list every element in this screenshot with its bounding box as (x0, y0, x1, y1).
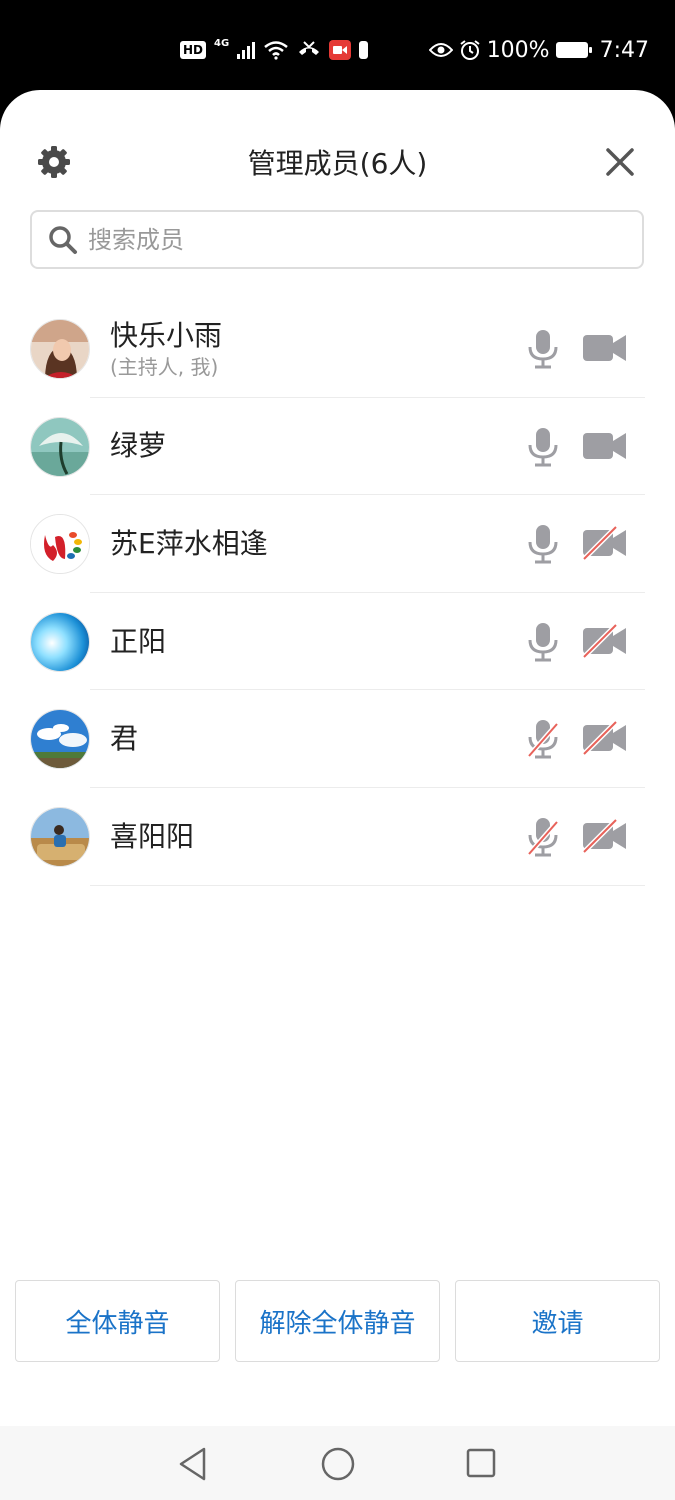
camera-icon[interactable] (582, 428, 628, 464)
close-icon[interactable] (602, 144, 638, 180)
battery-small-icon (359, 41, 369, 59)
system-nav-bar (0, 1426, 675, 1500)
row-divider (90, 884, 645, 886)
member-name: 苏E萍水相逢 (110, 526, 268, 560)
search-icon (49, 225, 77, 254)
network-type-label: 4G (214, 37, 230, 49)
microphone-icon[interactable] (526, 328, 560, 370)
member-names: 喜阳阳 (110, 788, 194, 886)
camera-icon[interactable] (582, 330, 628, 366)
member-names: 君 (110, 690, 138, 788)
member-row[interactable]: 君 (0, 690, 675, 788)
camera-off-icon[interactable] (582, 525, 628, 561)
video-record-icon (329, 40, 352, 60)
search-input[interactable] (86, 224, 590, 255)
status-left: HD 4G (180, 36, 369, 64)
back-triangle-icon[interactable] (176, 1446, 210, 1482)
member-row[interactable]: 快乐小雨 (主持人, 我) (0, 300, 675, 398)
status-right: 100% 7:47 (428, 36, 649, 64)
camera-off-icon[interactable] (582, 623, 628, 659)
clock-time: 7:47 (599, 37, 649, 63)
microphone-icon[interactable] (526, 426, 560, 468)
member-name: 绿萝 (110, 429, 167, 463)
mute-all-button[interactable]: 全体静音 (15, 1280, 220, 1362)
hd-icon: HD (180, 41, 207, 59)
microphone-off-icon[interactable] (526, 718, 560, 760)
avatar (30, 709, 90, 770)
member-names: 快乐小雨 (主持人, 我) (110, 300, 222, 398)
camera-off-icon[interactable] (582, 818, 628, 854)
recent-apps-square-icon[interactable] (464, 1446, 498, 1480)
microphone-off-icon[interactable] (526, 816, 560, 858)
member-names: 苏E萍水相逢 (110, 495, 268, 593)
member-names: 正阳 (110, 593, 166, 691)
member-row[interactable]: 苏E萍水相逢 (0, 495, 675, 593)
member-name: 君 (110, 722, 139, 756)
page-title: 管理成员(6人) (247, 147, 428, 180)
member-row[interactable]: 绿萝 (0, 398, 675, 496)
microphone-icon[interactable] (526, 523, 560, 565)
member-name: 快乐小雨 (110, 318, 223, 352)
battery-percent: 100% (486, 37, 550, 63)
microphone-icon[interactable] (526, 621, 560, 663)
members-sheet: 管理成员(6人) 快乐小雨 (主持人, 我) (0, 90, 675, 1426)
unmute-all-button[interactable]: 解除全体静音 (235, 1280, 440, 1362)
member-list: 快乐小雨 (主持人, 我) 绿萝 苏E萍水相逢 正阳 君 喜阳阳 (0, 300, 675, 886)
alarm-icon (460, 40, 480, 60)
member-name: 正阳 (110, 624, 167, 658)
member-name: 喜阳阳 (110, 819, 195, 853)
avatar (30, 416, 90, 477)
invite-button[interactable]: 邀请 (455, 1280, 660, 1362)
member-names: 绿萝 (110, 398, 166, 496)
member-role: (主持人, 我) (110, 354, 219, 379)
search-box[interactable] (30, 210, 644, 269)
camera-off-icon[interactable] (582, 720, 628, 757)
call-icon (299, 41, 320, 55)
avatar (30, 611, 90, 672)
member-row[interactable]: 正阳 (0, 593, 675, 691)
battery-icon (555, 42, 592, 58)
avatar (30, 319, 90, 379)
avatar (30, 806, 90, 867)
eye-icon (428, 43, 453, 57)
home-circle-icon[interactable] (320, 1446, 356, 1482)
signal-icon (237, 41, 256, 59)
member-row[interactable]: 喜阳阳 (0, 788, 675, 886)
status-bar: HD 4G 100% 7:47 (0, 0, 675, 96)
avatar (30, 514, 90, 575)
wifi-icon (264, 41, 288, 60)
